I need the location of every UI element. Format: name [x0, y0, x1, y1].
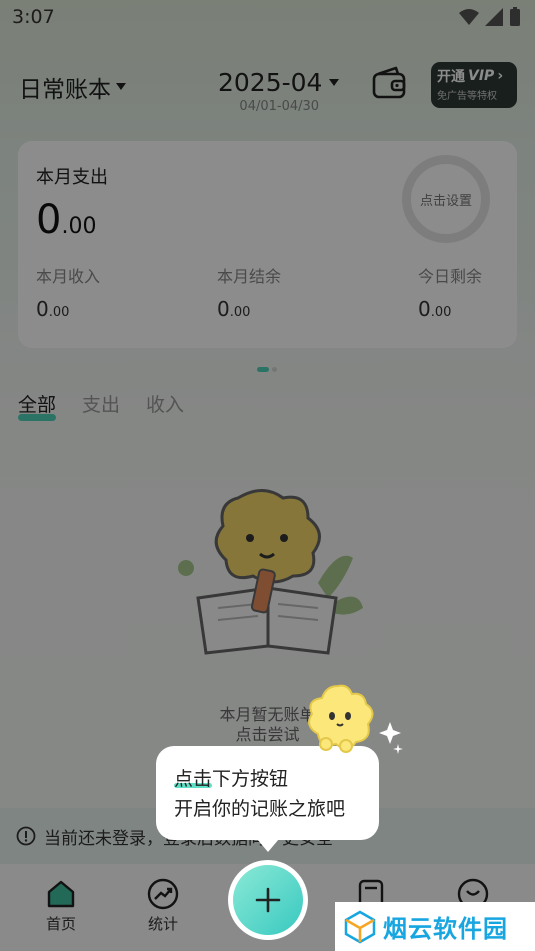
watermark-text: 烟云软件园 [383, 915, 508, 943]
guide-line2: 开启你的记账之旅吧 [174, 798, 346, 820]
guide-highlight: 点击 [174, 768, 213, 790]
watermark-logo-icon [344, 910, 376, 943]
mascot-image [298, 684, 408, 763]
star-mascot-icon [308, 684, 403, 754]
plus-icon [255, 887, 281, 913]
add-record-button[interactable] [228, 860, 308, 940]
watermark: 烟云软件园 [335, 902, 535, 951]
